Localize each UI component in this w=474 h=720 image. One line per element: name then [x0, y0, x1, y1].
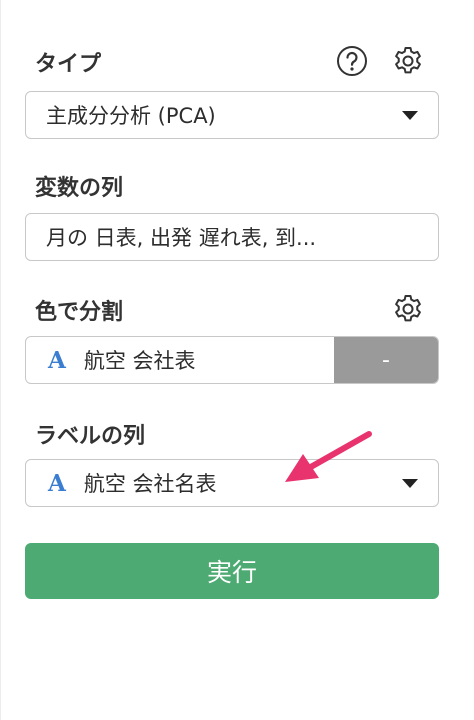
color-split-label: 色で分割 [35, 300, 124, 325]
text-column-type-icon: A [48, 469, 66, 497]
annotation-arrow-icon [285, 431, 372, 482]
gear-icon[interactable] [391, 292, 425, 326]
variables-input-value: 月の 日表, 出発 遅れ表, 到... [46, 226, 317, 250]
run-button[interactable]: 実行 [25, 543, 439, 599]
gear-icon[interactable] [391, 44, 425, 78]
clear-color-split-button[interactable]: - [334, 337, 438, 383]
chevron-down-icon [402, 110, 418, 120]
chevron-down-icon [402, 478, 418, 488]
variables-label: 変数の列 [35, 176, 124, 201]
type-select-value: 主成分分析 (PCA) [46, 104, 216, 128]
variables-input[interactable]: 月の 日表, 出発 遅れ表, 到... [25, 213, 439, 261]
type-select[interactable]: 主成分分析 (PCA) [25, 91, 439, 139]
label-column-label: ラベルの列 [35, 424, 146, 449]
color-split-field[interactable]: A 航空 会社表 - [25, 336, 439, 384]
text-column-type-icon: A [48, 346, 66, 374]
analysis-settings-panel: タイプ 主成分分析 (PCA) 変数の列 月の 日表, 出発 遅れ表, 到...… [0, 0, 474, 720]
type-label: タイプ [35, 52, 102, 77]
question-circle-icon[interactable] [335, 44, 369, 78]
